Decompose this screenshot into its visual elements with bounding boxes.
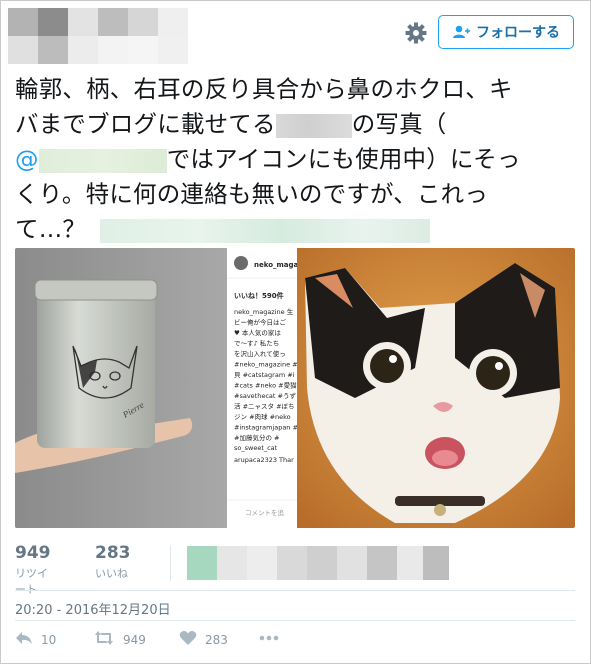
tweet-actions: 10 949 283	[15, 630, 315, 652]
retweet-button[interactable]: 949	[93, 630, 146, 649]
heart-icon	[179, 630, 197, 649]
insta-caption-line: #instagramjapan #	[234, 424, 298, 432]
more-dots-icon	[259, 630, 279, 644]
redacted-link[interactable]	[100, 218, 431, 243]
insta-caption-line: 活 #ニャスタ #ぼち	[234, 402, 295, 411]
insta-avatar	[234, 256, 248, 270]
tin-can	[37, 286, 155, 448]
like-action-count: 283	[205, 632, 228, 647]
insta-comment-2: arupaca2323 Thar	[234, 456, 294, 464]
reply-button[interactable]: 10	[15, 630, 56, 649]
reply-count: 10	[41, 632, 57, 647]
redacted-blog-name	[275, 113, 352, 138]
like-label: いいね	[95, 567, 128, 580]
tweet-line-2a: バまでブログに載せてる	[15, 110, 276, 138]
retweet-stat[interactable]: 949 リツイート	[15, 543, 51, 597]
retweet-action-count: 949	[123, 632, 146, 647]
liked-by-avatars-redacted[interactable]	[187, 546, 449, 580]
divider-bottom	[15, 620, 575, 621]
insta-caption-line: を沢山入れて使っ	[234, 349, 286, 358]
insta-caption-line: #savethecat #うず	[234, 391, 296, 400]
insta-handle: neko_magaz	[254, 261, 302, 269]
insta-comment-user: so_sweet_cat	[234, 444, 278, 452]
like-count: 283	[95, 543, 131, 563]
retweet-count: 949	[15, 543, 51, 563]
insta-comment-input: コメントを追	[245, 508, 285, 517]
tweet-text: 輪郭、柄、右耳の反り具合から鼻のホクロ、キ バまでブログに載せてる の写真（ @ で…	[15, 72, 575, 247]
add-user-icon	[452, 25, 470, 39]
like-button[interactable]: 283	[179, 630, 228, 649]
insta-caption-line: ビー俺が今日はご	[234, 318, 287, 327]
retweet-label: リツイート	[15, 567, 48, 596]
stats-separator	[170, 545, 171, 581]
insta-caption-line: ♥ 本人気の家は	[234, 328, 281, 337]
tweet-line-1: 輪郭、柄、右耳の反り具合から鼻のホクロ、キ	[15, 75, 513, 103]
reply-icon	[15, 630, 33, 649]
tweet-timestamp[interactable]: 20:20 - 2016年12月20日	[15, 599, 171, 618]
mention-link[interactable]: @	[15, 145, 167, 173]
tweet-line-5: て…？	[15, 215, 87, 243]
insta-caption-line: で～す♪ 私たち	[234, 339, 279, 348]
tweet-line-2b: の写真（	[351, 110, 447, 138]
insta-caption-line: #cats #neko #愛猫	[234, 381, 297, 390]
insta-caption-line: #加藤気分の #	[234, 433, 279, 442]
like-stat[interactable]: 283 いいね	[95, 543, 131, 581]
insta-caption-line: 貝 #catstagram #i	[234, 371, 295, 379]
more-button[interactable]	[259, 630, 279, 644]
insta-caption-line: ジン #肉球 #neko	[234, 412, 291, 421]
gear-icon[interactable]	[403, 20, 429, 46]
insta-likes: いいね！590件	[234, 291, 284, 300]
tweet-line-3: ではアイコンにも使用中）にそっ	[166, 145, 521, 173]
follow-button-label: フォローする	[476, 25, 560, 41]
follow-button[interactable]: フォローする	[438, 15, 574, 49]
tweet-media-photo[interactable]: Pierre neko_magaz いいね！590件 neko_magazine…	[15, 248, 575, 528]
insta-caption-line: #neko_magazine #	[234, 361, 298, 369]
tweet-line-4: くり。特に何の連絡も無いのですが、これっ	[15, 180, 489, 208]
divider-top	[15, 590, 575, 591]
retweet-icon	[93, 630, 115, 649]
insta-caption-line: neko_magazine 生	[234, 307, 294, 316]
